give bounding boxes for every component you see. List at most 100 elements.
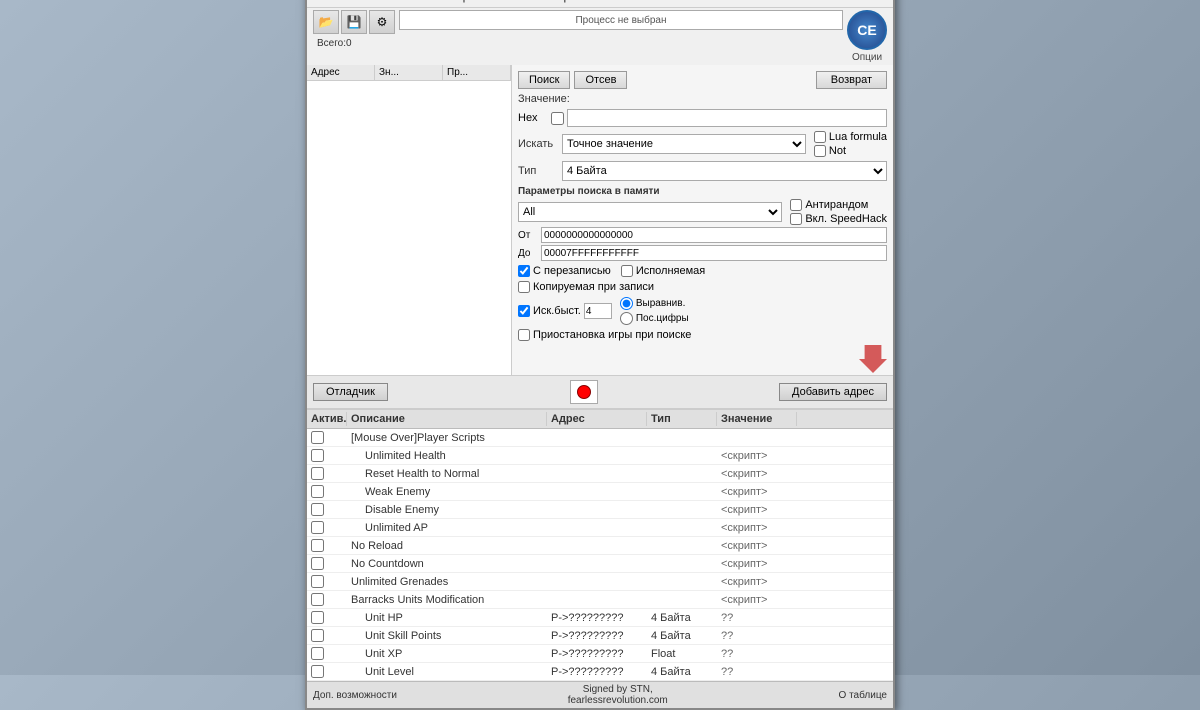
- search-row: Поиск Отсев Возврат: [518, 71, 887, 89]
- return-button[interactable]: Возврат: [816, 71, 887, 89]
- menu-file[interactable]: Файл: [311, 0, 346, 5]
- pos-digits-row: Пос.цифры: [620, 312, 689, 325]
- not-checkbox[interactable]: [814, 145, 826, 157]
- search-button[interactable]: Поиск: [518, 71, 570, 89]
- pause-row: Приостановка игры при поиске: [518, 329, 887, 341]
- from-input[interactable]: [541, 227, 887, 243]
- table-row[interactable]: Weak Enemy <скрипт>: [307, 483, 893, 501]
- pause-checkbox[interactable]: [518, 329, 530, 341]
- bottom-btn-row: Отладчик Добавить адрес: [307, 375, 893, 409]
- row-checkbox-11[interactable]: [311, 629, 324, 642]
- row-checkbox-3[interactable]: [311, 485, 324, 498]
- table-row[interactable]: Disable Enemy <скрипт>: [307, 501, 893, 519]
- td-active-11: [307, 628, 347, 643]
- memory-range-select[interactable]: All: [518, 202, 782, 222]
- row-checkbox-7[interactable]: [311, 557, 324, 570]
- td-active-6: [307, 538, 347, 553]
- table-row[interactable]: Unit XP P->????????? Float ??: [307, 645, 893, 663]
- td-val-4: <скрипт>: [717, 503, 797, 517]
- save-button[interactable]: 💾: [341, 10, 367, 34]
- td-val-1: <скрипт>: [717, 449, 797, 463]
- align-radio[interactable]: [620, 297, 633, 310]
- fast-scan-value-input[interactable]: [584, 303, 612, 319]
- td-active-2: [307, 466, 347, 481]
- row-checkbox-12[interactable]: [311, 647, 324, 660]
- td-val-5: <скрипт>: [717, 521, 797, 535]
- td-val-3: <скрипт>: [717, 485, 797, 499]
- menu-d3d[interactable]: D3D: [485, 0, 515, 5]
- menu-edit[interactable]: Изменить: [356, 0, 414, 5]
- table-row[interactable]: Unit Level P->????????? 4 Байта ??: [307, 663, 893, 681]
- hex-checkbox[interactable]: [551, 112, 564, 125]
- row-checkbox-10[interactable]: [311, 611, 324, 624]
- debugger-button[interactable]: Отладчик: [313, 383, 388, 401]
- table-row[interactable]: Unit HP P->????????? 4 Байта ??: [307, 609, 893, 627]
- settings-button[interactable]: ⚙: [369, 10, 395, 34]
- td-desc-5: Unlimited AP: [347, 521, 547, 535]
- row-checkbox-8[interactable]: [311, 575, 324, 588]
- filter-button[interactable]: Отсев: [574, 71, 627, 89]
- stop-button[interactable]: [570, 380, 598, 404]
- to-input[interactable]: [541, 245, 887, 261]
- copy-on-write-row: Копируемая при записи: [518, 281, 887, 293]
- row-checkbox-13[interactable]: [311, 665, 324, 678]
- anti-random-checkbox[interactable]: [790, 199, 802, 211]
- status-center2: fearlessrevolution.com: [568, 695, 668, 706]
- copy-on-write-checkbox[interactable]: [518, 281, 530, 293]
- table-row[interactable]: Unlimited Grenades <скрипт>: [307, 573, 893, 591]
- table-row[interactable]: Unit Skill Points P->????????? 4 Байта ?…: [307, 627, 893, 645]
- row-checkbox-1[interactable]: [311, 449, 324, 462]
- td-val-2: <скрипт>: [717, 467, 797, 481]
- search-type-select[interactable]: Точное значение: [562, 134, 806, 154]
- td-type-5: [647, 527, 717, 529]
- speedhack-checkbox[interactable]: [790, 213, 802, 225]
- value-input[interactable]: [567, 109, 887, 127]
- td-desc-7: No Countdown: [347, 557, 547, 571]
- table-row[interactable]: Barracks Units Modification <скрипт>: [307, 591, 893, 609]
- status-right[interactable]: О таблице: [839, 690, 887, 701]
- td-desc-8: Unlimited Grenades: [347, 575, 547, 589]
- row-checkbox-2[interactable]: [311, 467, 324, 480]
- table-body: [Mouse Over]Player Scripts Unlimited Hea…: [307, 429, 893, 681]
- row-checkbox-4[interactable]: [311, 503, 324, 516]
- menu-table[interactable]: Таблица: [424, 0, 475, 5]
- status-left[interactable]: Доп. возможности: [313, 690, 397, 701]
- row-checkbox-0[interactable]: [311, 431, 324, 444]
- row-checkbox-9[interactable]: [311, 593, 324, 606]
- executable-checkbox[interactable]: [621, 265, 633, 277]
- td-desc-9: Barracks Units Modification: [347, 593, 547, 607]
- td-val-8: <скрипт>: [717, 575, 797, 589]
- td-desc-6: No Reload: [347, 539, 547, 553]
- td-val-10: ??: [717, 611, 797, 625]
- row-checkbox-5[interactable]: [311, 521, 324, 534]
- lua-formula-checkbox[interactable]: [814, 131, 826, 143]
- td-addr-12: P->?????????: [547, 647, 647, 661]
- add-address-button[interactable]: Добавить адрес: [779, 383, 887, 401]
- table-row[interactable]: No Countdown <скрипт>: [307, 555, 893, 573]
- pos-digits-radio[interactable]: [620, 312, 633, 325]
- table-row[interactable]: Unlimited AP <скрипт>: [307, 519, 893, 537]
- td-val-0: [717, 437, 797, 439]
- executable-label: Исполняемая: [636, 265, 705, 277]
- value-label: Значение:: [518, 93, 570, 105]
- type-select[interactable]: 4 Байта: [562, 161, 887, 181]
- fast-scan-checkbox[interactable]: [518, 305, 530, 317]
- options-checkboxes: С перезаписью Исполняемая: [518, 265, 887, 277]
- td-type-3: [647, 491, 717, 493]
- menu-help[interactable]: Помощь: [525, 0, 576, 5]
- td-addr-7: [547, 563, 647, 565]
- table-row[interactable]: Unlimited Health <скрипт>: [307, 447, 893, 465]
- td-active-1: [307, 448, 347, 463]
- row-checkbox-6[interactable]: [311, 539, 324, 552]
- table-row[interactable]: [Mouse Over]Player Scripts: [307, 429, 893, 447]
- open-button[interactable]: 📂: [313, 10, 339, 34]
- with-rewrite-checkbox[interactable]: [518, 265, 530, 277]
- process-selector[interactable]: Процесс не выбран: [399, 10, 843, 30]
- td-active-12: [307, 646, 347, 661]
- th-addr: Адрес: [547, 412, 647, 426]
- td-val-12: ??: [717, 647, 797, 661]
- table-row[interactable]: Reset Health to Normal <скрипт>: [307, 465, 893, 483]
- table-row[interactable]: No Reload <скрипт>: [307, 537, 893, 555]
- td-active-4: [307, 502, 347, 517]
- td-val-11: ??: [717, 629, 797, 643]
